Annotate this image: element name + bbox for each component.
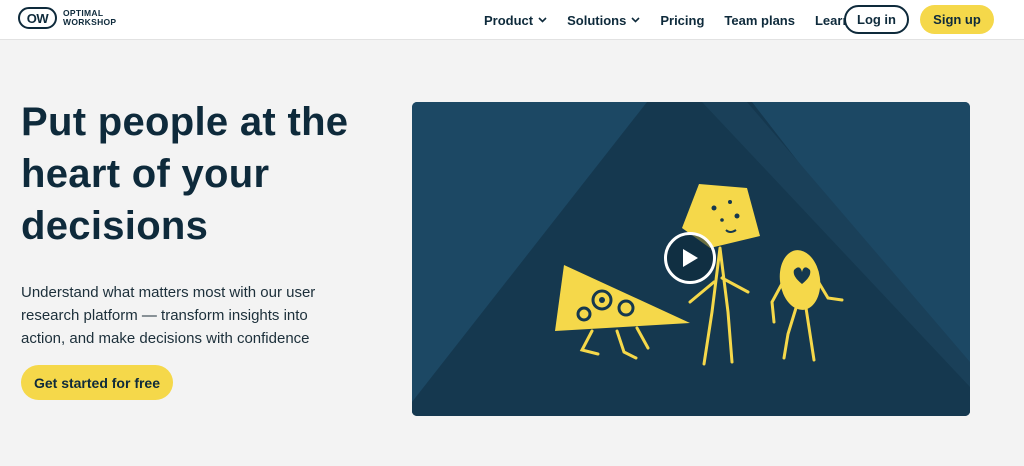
chevron-down-icon bbox=[631, 17, 640, 23]
logo-mark: OW bbox=[18, 7, 57, 29]
get-started-button[interactable]: Get started for free bbox=[21, 365, 173, 400]
nav-item-pricing[interactable]: Pricing bbox=[660, 13, 704, 28]
play-button[interactable] bbox=[664, 232, 716, 284]
chevron-down-icon bbox=[538, 17, 547, 23]
login-button[interactable]: Log in bbox=[844, 5, 909, 34]
main-nav: Product Solutions Pricing Team plans Lea… bbox=[484, 0, 884, 40]
video-player[interactable] bbox=[412, 102, 970, 416]
signup-button[interactable]: Sign up bbox=[920, 5, 994, 34]
nav-item-label: Product bbox=[484, 12, 534, 28]
hero-title: Put people at the heart of your decision… bbox=[21, 100, 349, 248]
nav-item-label: Solutions bbox=[567, 12, 627, 28]
nav-item-team-plans[interactable]: Team plans bbox=[724, 13, 795, 28]
nav-item-label: Pricing bbox=[660, 12, 705, 28]
play-icon bbox=[683, 249, 698, 267]
logo-wordmark: OPTIMAL WORKSHOP bbox=[63, 9, 116, 27]
nav-item-label: Team plans bbox=[724, 12, 795, 28]
brand-logo[interactable]: OW OPTIMAL WORKSHOP bbox=[18, 7, 116, 29]
nav-item-product[interactable]: Product bbox=[484, 13, 547, 28]
nav-item-solutions[interactable]: Solutions bbox=[567, 13, 640, 28]
top-nav-bar: OW OPTIMAL WORKSHOP Product Solutions Pr… bbox=[0, 0, 1024, 40]
logo-line-2: WORKSHOP bbox=[63, 17, 117, 27]
hero-subtitle: Understand what matters most with our us… bbox=[21, 284, 316, 347]
